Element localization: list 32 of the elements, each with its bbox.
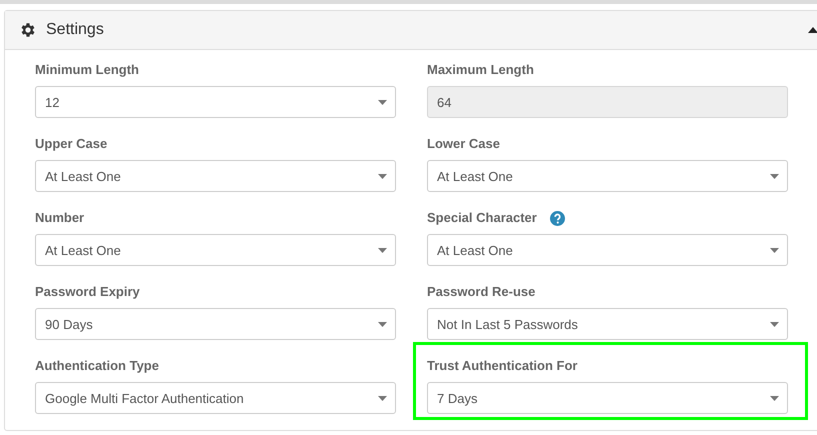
select-field[interactable]: Google Multi Factor Authentication	[35, 382, 396, 414]
settings-icon	[19, 21, 37, 39]
dropdown-caret-icon	[378, 100, 387, 104]
field-label: Number	[35, 210, 84, 226]
help-icon[interactable]	[550, 210, 565, 226]
dropdown-caret-icon	[378, 248, 387, 252]
select-field[interactable]: 7 Days	[427, 382, 788, 414]
field-label: Upper Case	[35, 136, 108, 152]
field-label: Maximum Length	[427, 62, 534, 78]
select-field[interactable]: At Least One	[427, 234, 788, 266]
dropdown-caret-icon	[378, 322, 387, 326]
select-field[interactable]: At Least One	[35, 160, 396, 192]
select-field[interactable]: 90 Days	[35, 308, 396, 340]
panel-title: Settings	[46, 21, 105, 39]
select-field[interactable]: Not In Last 5 Passwords	[427, 308, 788, 340]
field-label: Special Character	[427, 210, 537, 226]
dropdown-caret-icon	[378, 174, 387, 178]
select-field[interactable]: At Least One	[427, 160, 788, 192]
field-label: Authentication Type	[35, 358, 159, 374]
dropdown-caret-icon	[770, 396, 779, 400]
field-label: Minimum Length	[35, 62, 139, 78]
field-label: Password Expiry	[35, 284, 140, 300]
field-label: Lower Case	[427, 136, 500, 152]
dropdown-caret-icon	[378, 396, 387, 400]
select-field[interactable]: At Least One	[35, 234, 396, 266]
field-label: Password Re-use	[427, 284, 536, 300]
field-label: Trust Authentication For	[427, 358, 578, 374]
collapse-caret-icon[interactable]	[808, 27, 817, 33]
dropdown-caret-icon	[770, 174, 779, 178]
dropdown-caret-icon	[770, 322, 779, 326]
select-field[interactable]: 12	[35, 86, 396, 118]
dropdown-caret-icon	[770, 248, 779, 252]
